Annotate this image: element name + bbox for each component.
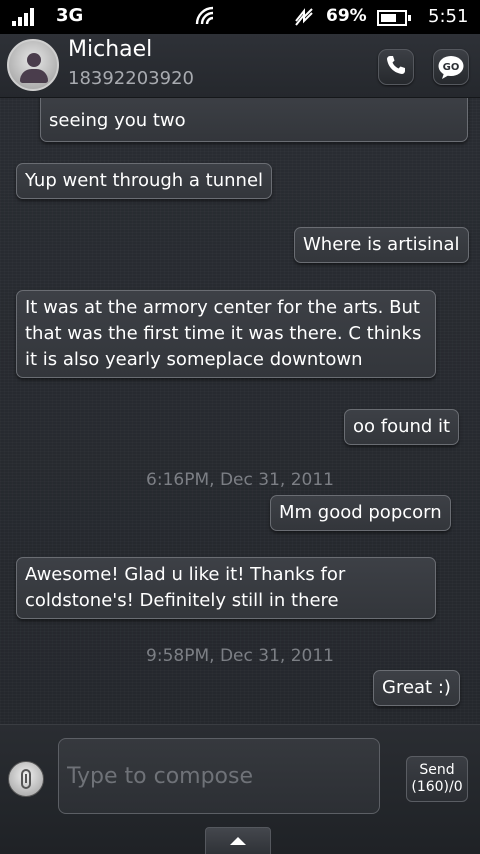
data-sync-icon (292, 5, 316, 32)
compose-input[interactable] (58, 738, 380, 814)
go-label: GO (443, 62, 460, 73)
signal-icon (12, 8, 34, 26)
status-bar: 3G 69% 5:51 (0, 0, 480, 34)
phone-icon (384, 53, 408, 81)
send-button[interactable]: Send (160)/0 (406, 756, 468, 802)
message-line: It was at the armory center for the arts… (25, 297, 420, 318)
go-chat-button[interactable]: GO (433, 49, 469, 85)
message-bubble-outgoing[interactable]: Great :) (373, 670, 460, 706)
message-bubble-outgoing[interactable]: oo found it (344, 409, 460, 445)
timestamp: 6:16PM, Dec 31, 2011 (146, 470, 334, 490)
message-text: Yup went through a tunnel (25, 170, 264, 191)
contact-name: Michael (68, 37, 153, 62)
battery-percent: 69% (326, 6, 367, 26)
message-line: coldstone's! Definitely still in there (25, 590, 339, 611)
message-text: seeing you two (49, 110, 186, 131)
wifi-icon (194, 5, 216, 32)
clock: 5:51 (428, 6, 469, 27)
compose-bar: Send (160)/0 (0, 724, 480, 854)
message-text: Mm good popcorn (279, 502, 442, 523)
message-line: it is also yearly someplace downtown (25, 349, 363, 370)
message-bubble-outgoing[interactable]: Where is artisinal (294, 227, 469, 263)
message-line: that was the first time it was there. C … (25, 323, 422, 344)
paperclip-icon (21, 769, 31, 789)
message-text: oo found it (353, 416, 451, 437)
contact-avatar[interactable] (7, 39, 59, 91)
message-bubble-outgoing[interactable]: Mm good popcorn (270, 495, 451, 531)
message-bubble-incoming[interactable]: seeing you two (40, 92, 468, 142)
message-text: Where is artisinal (303, 234, 460, 255)
chevron-up-icon (230, 837, 246, 845)
expand-button[interactable] (205, 827, 271, 854)
message-bubble-incoming[interactable]: It was at the armory center for the arts… (16, 290, 436, 378)
character-counter: (160)/0 (411, 779, 463, 795)
battery-icon (377, 10, 411, 26)
message-bubble-incoming[interactable]: Yup went through a tunnel (16, 163, 273, 199)
conversation-header: Michael 18392203920 GO (0, 34, 480, 98)
timestamp: 9:58PM, Dec 31, 2011 (146, 646, 334, 666)
network-type: 3G (56, 5, 84, 26)
send-label: Send (419, 762, 455, 778)
message-line: Awesome! Glad u like it! Thanks for (25, 564, 346, 585)
contact-number: 18392203920 (68, 68, 194, 89)
attach-button[interactable] (8, 761, 44, 797)
call-button[interactable] (378, 49, 414, 85)
message-text: Great :) (382, 677, 451, 698)
speech-bubble-icon: GO (438, 56, 464, 79)
message-bubble-incoming[interactable]: Awesome! Glad u like it! Thanks for cold… (16, 557, 436, 619)
